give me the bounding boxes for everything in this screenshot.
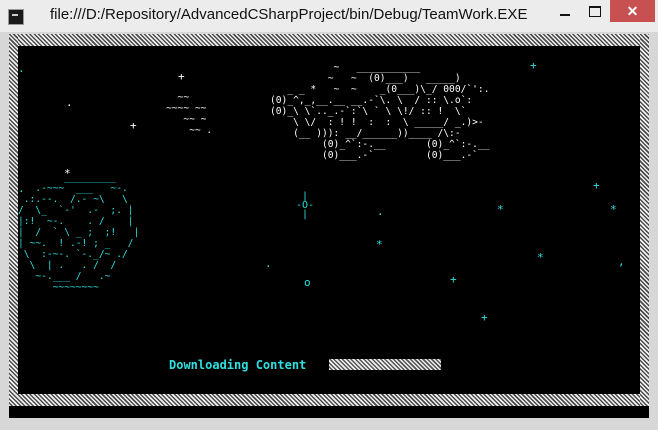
- star-icon: +: [530, 59, 537, 72]
- console-app-icon[interactable]: [8, 9, 24, 25]
- star-icon: *: [610, 203, 617, 216]
- ascii-spaceship: ~ ___________ ~ ~ (0)___) _____) _ _ * ~…: [270, 62, 490, 161]
- star-icon: ,: [618, 255, 625, 268]
- maximize-button[interactable]: [580, 0, 610, 22]
- star-icon: +: [130, 119, 137, 132]
- star-icon: +: [450, 273, 457, 286]
- close-button[interactable]: ✕: [610, 0, 655, 22]
- star-icon: .: [66, 96, 73, 109]
- star-icon: *: [497, 203, 504, 216]
- loading-label: Downloading Content: [169, 358, 307, 372]
- star-icon: +: [481, 311, 488, 324]
- star-icon: *: [376, 238, 383, 251]
- minimize-button[interactable]: [550, 0, 580, 22]
- star-icon: +: [593, 179, 600, 192]
- star-icon: o: [304, 276, 311, 289]
- border-left: [9, 34, 18, 406]
- border-bottom: [9, 394, 649, 406]
- crosshair-icon: | -O- |: [296, 191, 315, 220]
- star-icon: .: [18, 182, 25, 195]
- ascii-planet: _________ .-~~~ ___ ~-. .:.--. /.- ~\ \ …: [18, 172, 140, 293]
- star-icon: +: [178, 70, 185, 83]
- border-right: [640, 34, 649, 406]
- star-icon: .: [377, 205, 384, 218]
- close-icon: ✕: [626, 2, 639, 19]
- star-icon: .: [18, 62, 25, 75]
- window-title: file:///D:/Repository/AdvancedCSharpProj…: [50, 6, 528, 23]
- ascii-waves: ~~ ~~~~ ~~ ~~ ~ ~~ .: [166, 92, 213, 136]
- star-icon: *: [64, 167, 71, 180]
- maximize-icon: [589, 5, 601, 17]
- star-icon: .: [265, 257, 272, 270]
- star-icon: *: [537, 251, 544, 264]
- minimize-icon: [560, 14, 570, 16]
- title-bar: file:///D:/Repository/AdvancedCSharpProj…: [0, 0, 658, 32]
- border-top: [9, 34, 649, 46]
- loading-progress-bar: [329, 359, 441, 370]
